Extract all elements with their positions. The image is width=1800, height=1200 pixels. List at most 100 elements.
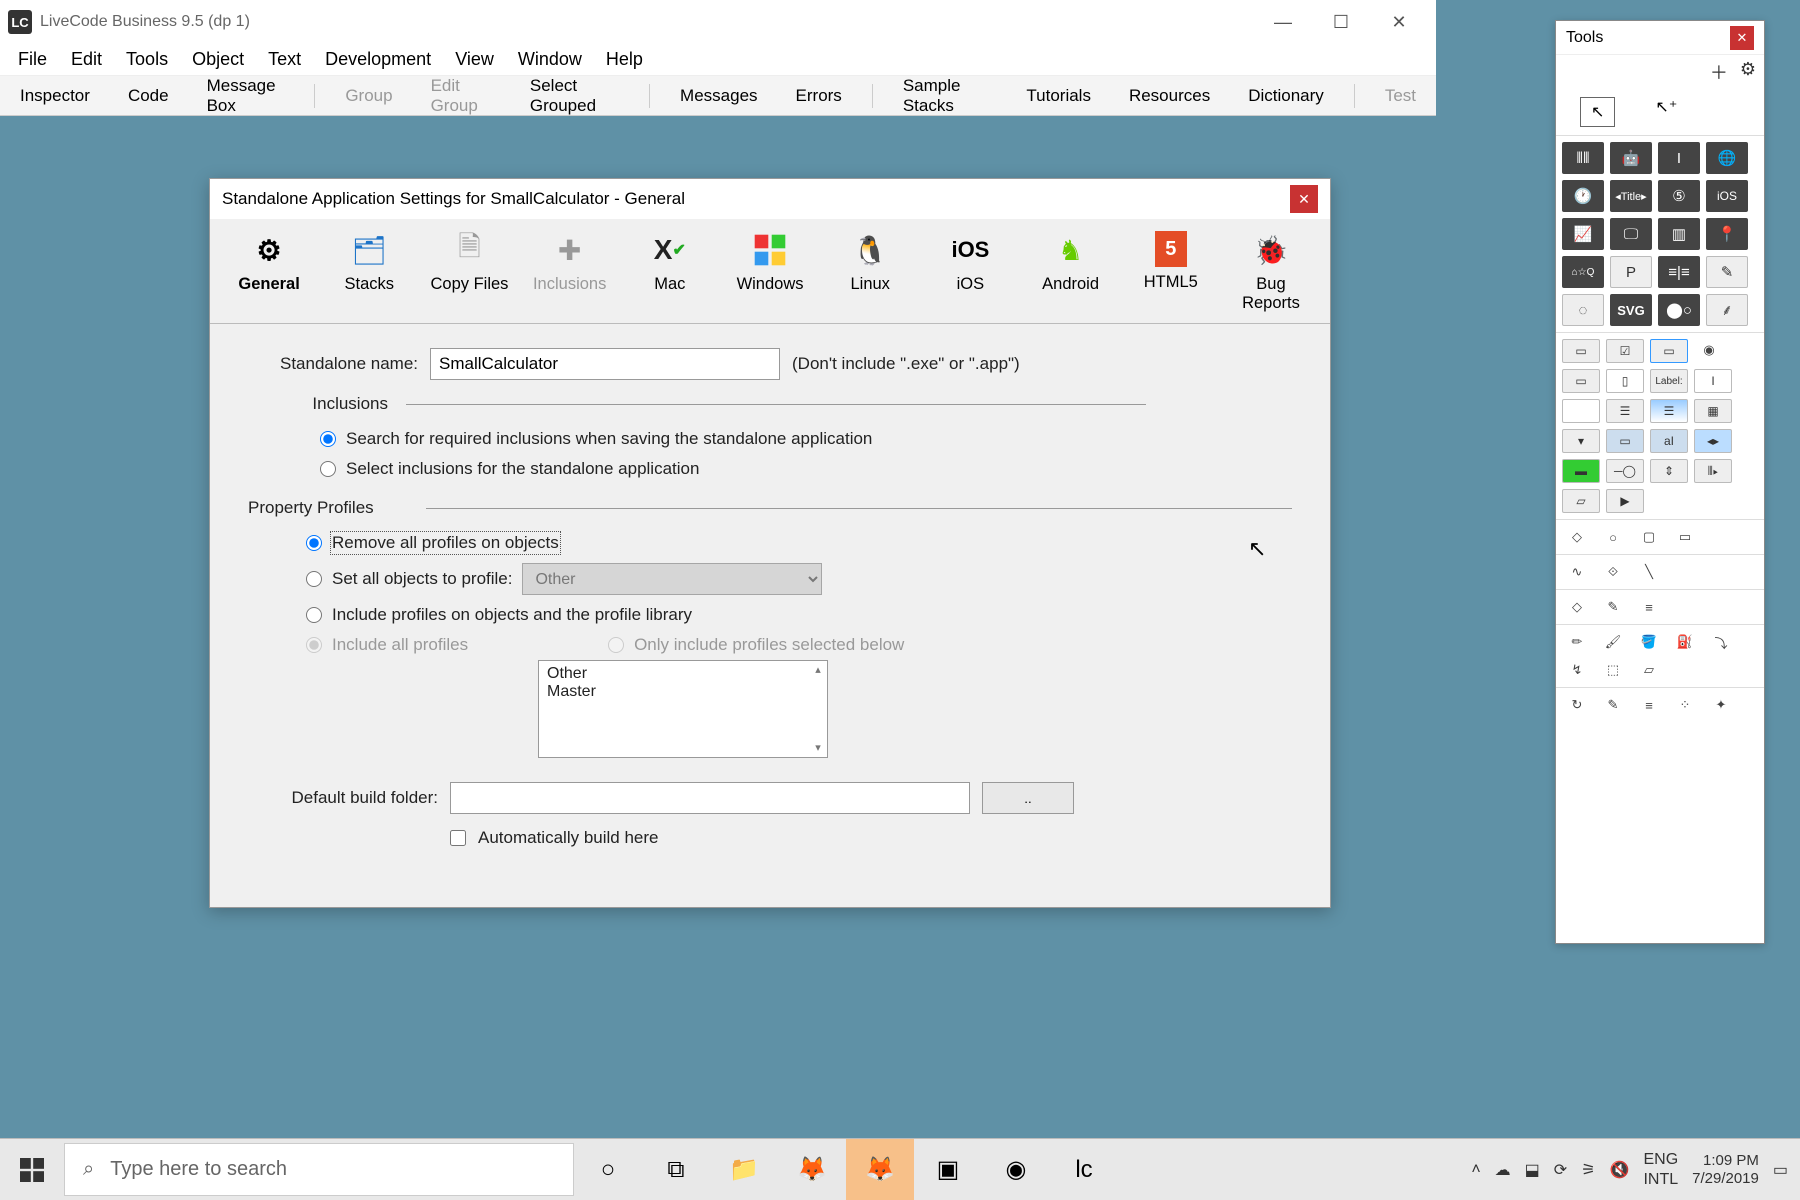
pen-widget-icon[interactable]: ✎ [1706, 256, 1748, 288]
tb-inspector[interactable]: Inspector [12, 82, 98, 110]
pointer-tool[interactable]: ↖ [1580, 97, 1615, 127]
menu-object[interactable]: Object [182, 45, 254, 74]
start-button[interactable] [0, 1139, 64, 1200]
inclusions-radio-search[interactable] [320, 431, 336, 447]
page-widget-icon[interactable]: P [1610, 256, 1652, 288]
eraser-icon[interactable]: ▱ [1634, 659, 1664, 681]
scroll-list-tool[interactable]: ☰ [1650, 399, 1688, 423]
add-icon[interactable]: ＋ [1710, 59, 1728, 85]
firefox-icon[interactable]: 🦊 [778, 1139, 846, 1200]
build-folder-input[interactable] [450, 782, 970, 814]
volume-icon[interactable]: 🔇 [1610, 1160, 1630, 1180]
reshape-icon[interactable]: ◇ [1562, 596, 1592, 618]
edit-tool[interactable]: ↖⁺ [1655, 97, 1677, 127]
blank-tool[interactable] [1562, 399, 1600, 423]
rounded-rect-shape-icon[interactable]: ▢ [1634, 526, 1664, 548]
title-widget-icon[interactable]: ◂Title▸ [1610, 180, 1652, 212]
tree-widget-icon[interactable]: ⸙ [1706, 294, 1748, 326]
menu-development[interactable]: Development [315, 45, 441, 74]
svg-widget-icon[interactable]: SVG [1610, 294, 1652, 326]
minimize-button[interactable]: — [1254, 2, 1312, 42]
tb-sample-stacks[interactable]: Sample Stacks [895, 72, 997, 120]
clock-widget-icon[interactable]: 🕐 [1562, 180, 1604, 212]
tb-resources[interactable]: Resources [1121, 82, 1218, 110]
field-tool[interactable]: ▭ [1562, 369, 1600, 393]
tab-mac[interactable]: X✔Mac [621, 223, 719, 323]
chart-widget-icon[interactable]: 📈 [1562, 218, 1604, 250]
card-tool[interactable]: ▯ [1606, 369, 1644, 393]
rect-shape-icon[interactable]: ▭ [1670, 526, 1700, 548]
curve-tool-icon[interactable]: ∿ [1562, 561, 1592, 583]
screen-widget-icon[interactable]: 🖵 [1610, 218, 1652, 250]
tb-errors[interactable]: Errors [788, 82, 850, 110]
list-item[interactable]: Other [547, 665, 819, 683]
player-tool[interactable]: ▶ [1606, 489, 1644, 513]
tab-linux[interactable]: 🐧Linux [821, 223, 919, 323]
table-tool[interactable]: ▦ [1694, 399, 1732, 423]
inclusions-radio-select[interactable] [320, 461, 336, 477]
dialog-titlebar[interactable]: Standalone Application Settings for Smal… [210, 179, 1330, 219]
circle-shape-icon[interactable]: ○ [1598, 526, 1628, 548]
list-item[interactable]: Master [547, 683, 819, 701]
tab-general[interactable]: ⚙General [220, 223, 318, 323]
menu-window[interactable]: Window [508, 45, 592, 74]
scroll-down-icon[interactable]: ▾ [811, 741, 825, 755]
clock[interactable]: 1:09 PM 7/29/2019 [1692, 1152, 1759, 1188]
line-tool-icon[interactable]: ╲ [1634, 561, 1664, 583]
menu-tools[interactable]: Tools [116, 45, 178, 74]
tab-copy-files[interactable]: 🗎Copy Files [420, 223, 518, 323]
globe-widget-icon[interactable]: 🌐 [1706, 142, 1748, 174]
progress-tool[interactable]: ▬ [1562, 459, 1600, 483]
pin-widget-icon[interactable]: 📍 [1706, 218, 1748, 250]
notifications-icon[interactable]: ▭ [1773, 1160, 1788, 1180]
edit-path-icon[interactable]: ✎ [1598, 596, 1628, 618]
tb-dictionary[interactable]: Dictionary [1240, 82, 1332, 110]
tb-messages[interactable]: Messages [672, 82, 765, 110]
tb-code[interactable]: Code [120, 82, 177, 110]
spinner-widget-icon[interactable]: ◌ [1562, 294, 1604, 326]
profiles-radio-remove[interactable] [306, 535, 322, 551]
image-tool[interactable]: ▱ [1562, 489, 1600, 513]
tb-message-box[interactable]: Message Box [199, 72, 293, 120]
handle-icon[interactable]: ✦ [1706, 694, 1736, 716]
switch-widget-icon[interactable]: ⬤○ [1658, 294, 1700, 326]
tray-up-icon[interactable]: ˄ [1471, 1161, 1480, 1179]
close-button[interactable]: ✕ [1370, 2, 1428, 42]
scroll-up-icon[interactable]: ▴ [811, 663, 825, 677]
auto-build-checkbox[interactable] [450, 830, 466, 846]
gear-icon[interactable]: ⚙ [1740, 59, 1756, 85]
radio-tool[interactable]: ◉ [1694, 339, 1724, 361]
menu-view[interactable]: View [445, 45, 504, 74]
profiles-listbox[interactable]: Other Master ▴ ▾ [538, 660, 828, 758]
profiles-combo[interactable]: Other [522, 563, 822, 595]
maximize-button[interactable]: ☐ [1312, 2, 1370, 42]
tab-ios[interactable]: iOSiOS [921, 223, 1019, 323]
task-view-icon[interactable]: ⧉ [642, 1139, 710, 1200]
menu-icon[interactable]: ≡ [1634, 694, 1664, 716]
column-widget-icon[interactable]: ▥ [1658, 218, 1700, 250]
main-titlebar[interactable]: LC LiveCode Business 9.5 (dp 1) — ☐ ✕ [0, 0, 1436, 44]
file-explorer-icon[interactable]: 📁 [710, 1139, 778, 1200]
lang-1[interactable]: ENG [1643, 1150, 1678, 1169]
android-widget-icon[interactable]: 🤖 [1610, 142, 1652, 174]
wifi-icon[interactable]: ⚞ [1581, 1160, 1595, 1180]
standalone-name-input[interactable] [430, 348, 780, 380]
spray-icon[interactable]: ⛽ [1670, 631, 1700, 653]
dialog-close-button[interactable]: ✕ [1290, 185, 1318, 213]
menu-edit[interactable]: Edit [61, 45, 112, 74]
tools-palette[interactable]: Tools ✕ ＋ ⚙ ↖ ↖⁺ ⦀⦀ 🤖 I 🌐 🕐 ◂Title▸ ⑤ iO… [1555, 20, 1765, 944]
pencil-icon[interactable]: ✏ [1562, 631, 1592, 653]
text-widget-icon[interactable]: I [1658, 142, 1700, 174]
list-tool[interactable]: ☰ [1606, 399, 1644, 423]
polygon-tool-icon[interactable]: ⟐ [1598, 561, 1628, 583]
html-widget-icon[interactable]: ⑤ [1658, 180, 1700, 212]
diamond-shape-icon[interactable]: ◇ [1562, 526, 1592, 548]
checkbox-tool[interactable]: ☑ [1606, 339, 1644, 363]
menu-help[interactable]: Help [596, 45, 653, 74]
star-widget-icon[interactable]: ⌂☆Q [1562, 256, 1604, 288]
cortana-icon[interactable]: ○ [574, 1139, 642, 1200]
dropbox-icon[interactable]: ⬓ [1525, 1160, 1540, 1180]
ios-widget-icon[interactable]: iOS [1706, 180, 1748, 212]
tab-stacks[interactable]: 🗂Stacks [320, 223, 418, 323]
menu-text[interactable]: Text [258, 45, 311, 74]
